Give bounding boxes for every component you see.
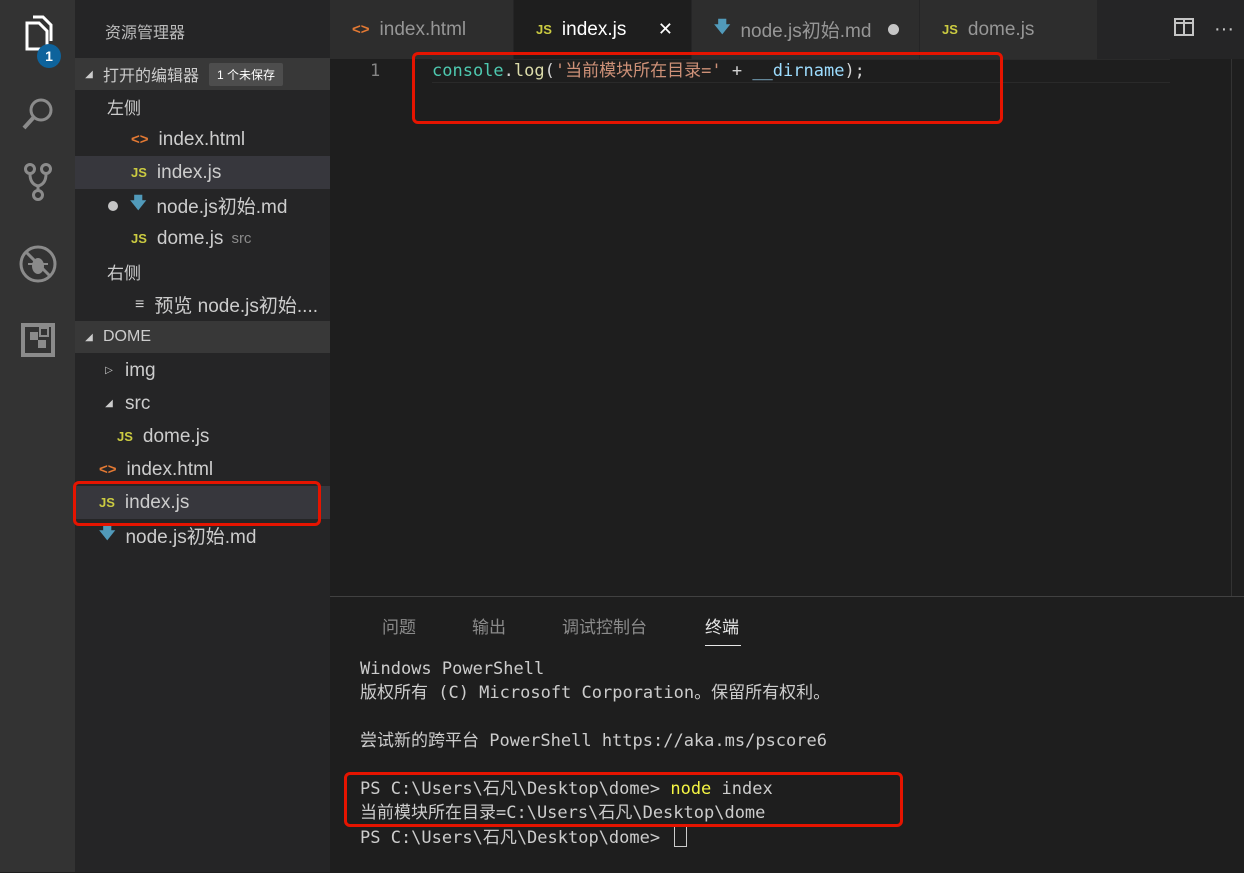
split-editor-icon[interactable]: [1174, 17, 1194, 42]
terminal-cursor: [674, 825, 688, 847]
js-file-icon: JS: [131, 165, 147, 180]
open-editors-header[interactable]: ◢ 打开的编辑器 1 个未保存: [75, 58, 330, 90]
js-file-icon: JS: [117, 429, 133, 444]
html-file-icon: <>: [131, 131, 149, 148]
folder-header[interactable]: ◢ DOME: [75, 321, 330, 353]
highlight-box: [412, 52, 1003, 124]
editor-scrollbar[interactable]: [1231, 59, 1232, 596]
tab-node-md[interactable]: 🡇 node.js初始.md: [692, 0, 920, 59]
chevron-right-icon: ▷: [105, 365, 113, 376]
markdown-file-icon: 🡇: [99, 525, 116, 542]
tab-problems[interactable]: 问题: [382, 613, 416, 638]
terminal-line: Windows PowerShell: [360, 659, 545, 679]
search-icon[interactable]: [16, 92, 60, 136]
chevron-down-icon: ◢: [105, 398, 113, 409]
js-file-icon: JS: [131, 231, 147, 246]
js-file-icon: JS: [536, 22, 552, 37]
tab-debug-console[interactable]: 调试控制台: [562, 613, 647, 638]
chevron-down-icon: ◢: [85, 68, 93, 80]
preview-icon: ≡: [135, 295, 145, 313]
tab-output[interactable]: 输出: [472, 613, 506, 638]
open-editors-label: 打开的编辑器: [103, 68, 200, 85]
markdown-file-icon: 🡇: [714, 19, 731, 36]
html-file-icon: <>: [99, 461, 117, 478]
js-file-icon: JS: [942, 22, 958, 37]
unsaved-dot-icon[interactable]: [108, 200, 118, 211]
tab-index-html[interactable]: <> index.html: [330, 0, 514, 59]
bottom-panel: 问题 输出 调试控制台 终端 Windows PowerShell 版权所有 (…: [330, 596, 1244, 873]
activity-bar: 1: [0, 0, 75, 872]
tab-terminal[interactable]: 终端: [705, 613, 739, 638]
terminal-line: 版权所有 (C) Microsoft Corporation。保留所有权利。: [360, 683, 831, 703]
close-icon[interactable]: ✕: [658, 19, 673, 40]
terminal-prompt[interactable]: PS C:\Users\石凡\Desktop\dome>: [360, 825, 688, 850]
tab-dome-js[interactable]: JS dome.js: [920, 0, 1098, 59]
tree-item-img[interactable]: ▷ img: [75, 354, 354, 387]
markdown-file-icon: 🡇: [130, 195, 147, 212]
group-left-label: 左侧: [107, 99, 141, 118]
tree-item-src[interactable]: ◢ src: [75, 387, 354, 420]
explorer-badge: 1: [37, 44, 61, 68]
group-right-label: 右侧: [107, 264, 141, 283]
tab-index-js[interactable]: JS index.js ✕: [514, 0, 692, 59]
highlight-box: [344, 772, 903, 827]
active-tab-indicator: [705, 645, 741, 646]
source-control-icon[interactable]: [16, 160, 60, 204]
line-number: 1: [370, 61, 381, 81]
highlight-box: [73, 481, 321, 526]
explorer-sidebar: 资源管理器 ◢ 打开的编辑器 1 个未保存 左侧 <> index.html J…: [75, 0, 386, 872]
debug-icon[interactable]: [16, 242, 60, 286]
sidebar-title: 资源管理器: [105, 25, 186, 42]
code-editor[interactable]: 1 console.log('当前模块所在目录=' + __dirname);: [330, 59, 1244, 596]
folder-label: DOME: [103, 328, 151, 345]
chevron-down-icon: ◢: [85, 331, 93, 343]
editor-actions: ···: [1164, 0, 1244, 59]
terminal-line: 尝试新的跨平台 PowerShell https://aka.ms/pscore…: [360, 731, 827, 751]
extensions-icon[interactable]: [16, 318, 60, 362]
file-description: src: [231, 230, 252, 247]
open-editor-item[interactable]: 🡇 node.js初始.md: [75, 189, 363, 222]
editor-tabs: <> index.html JS index.js ✕ 🡇 node.js初始.…: [330, 0, 1244, 59]
more-actions-icon[interactable]: ···: [1214, 18, 1234, 41]
unsaved-dot-icon[interactable]: [888, 24, 899, 35]
unsaved-badge: 1 个未保存: [209, 62, 284, 86]
tree-item-dome-js[interactable]: JS dome.js: [75, 420, 372, 453]
html-file-icon: <>: [352, 21, 370, 38]
